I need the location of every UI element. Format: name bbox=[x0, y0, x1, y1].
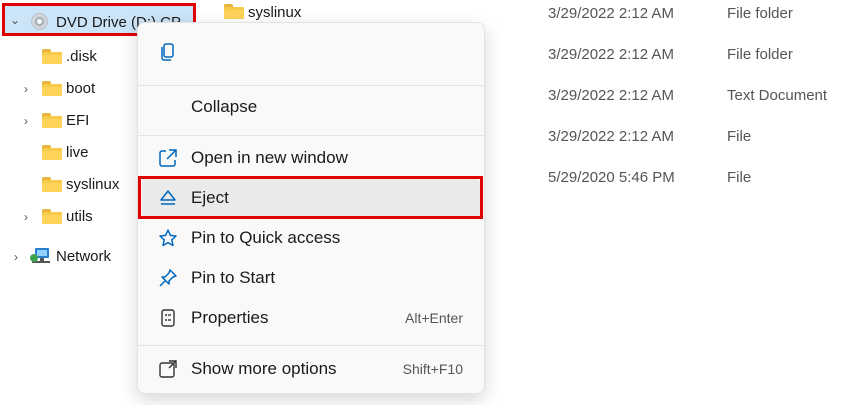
pin-start-label: Pin to Start bbox=[191, 268, 276, 287]
file-name: syslinux bbox=[248, 4, 302, 21]
nav-item-efi[interactable]: EFI bbox=[66, 112, 89, 129]
properties-icon bbox=[161, 309, 175, 327]
menu-separator bbox=[138, 85, 484, 86]
file-type: File bbox=[727, 169, 752, 186]
menu-separator bbox=[138, 135, 484, 136]
network-icon bbox=[30, 248, 50, 263]
chevron-right-icon[interactable]: › bbox=[19, 210, 33, 224]
show-more-options-shortcut: Shift+F10 bbox=[402, 361, 463, 377]
chevron-right-icon[interactable]: › bbox=[19, 114, 33, 128]
show-more-options-label: Show more options bbox=[191, 359, 337, 378]
nav-item-network[interactable]: Network bbox=[56, 248, 111, 265]
file-type: File folder bbox=[727, 46, 793, 63]
menu-separator bbox=[138, 345, 484, 346]
pin-start-menu-item[interactable]: Pin to Start bbox=[142, 259, 480, 297]
open-new-window-menu-item[interactable]: Open in new window bbox=[142, 139, 480, 177]
file-date: 3/29/2022 2:12 AM bbox=[548, 46, 674, 63]
open-new-window-icon bbox=[159, 149, 177, 167]
nav-item-boot[interactable]: boot bbox=[66, 80, 95, 97]
pin-quick-access-label: Pin to Quick access bbox=[191, 228, 341, 247]
eject-highlight bbox=[138, 176, 483, 219]
file-date: 3/29/2022 2:12 AM bbox=[548, 5, 674, 22]
properties-label: Properties bbox=[191, 308, 269, 327]
file-type: File bbox=[727, 128, 752, 145]
chevron-right-icon[interactable]: › bbox=[19, 82, 33, 96]
copy-button[interactable] bbox=[142, 32, 480, 70]
copy-icon bbox=[161, 43, 174, 61]
file-type: Text Document bbox=[727, 87, 828, 104]
nav-item-utils[interactable]: utils bbox=[66, 208, 93, 225]
folder-icon bbox=[42, 81, 62, 96]
file-date: 5/29/2020 5:46 PM bbox=[548, 169, 675, 186]
collapse-menu-item[interactable]: Collapse bbox=[142, 88, 480, 126]
collapse-label: Collapse bbox=[191, 97, 258, 116]
star-icon bbox=[159, 229, 177, 247]
show-more-icon bbox=[159, 360, 177, 378]
folder-icon bbox=[42, 49, 62, 64]
properties-menu-item[interactable]: Properties Alt+Enter bbox=[142, 299, 480, 337]
file-date: 3/29/2022 2:12 AM bbox=[548, 87, 674, 104]
chevron-right-icon[interactable]: › bbox=[9, 250, 23, 264]
pin-quick-access-menu-item[interactable]: Pin to Quick access bbox=[142, 219, 480, 257]
folder-icon bbox=[42, 209, 62, 224]
nav-item-disk[interactable]: .disk bbox=[66, 48, 97, 65]
folder-icon bbox=[42, 145, 62, 160]
folder-icon bbox=[224, 4, 244, 19]
nav-item-syslinux[interactable]: syslinux bbox=[66, 176, 119, 193]
open-new-window-label: Open in new window bbox=[191, 148, 348, 167]
properties-shortcut: Alt+Enter bbox=[405, 310, 463, 326]
file-date: 3/29/2022 2:12 AM bbox=[548, 128, 674, 145]
nav-item-live[interactable]: live bbox=[66, 144, 89, 161]
file-type: File folder bbox=[727, 5, 793, 22]
folder-icon bbox=[42, 177, 62, 192]
show-more-options-menu-item[interactable]: Show more options Shift+F10 bbox=[142, 350, 480, 388]
folder-icon bbox=[42, 113, 62, 128]
pin-icon bbox=[159, 269, 177, 287]
